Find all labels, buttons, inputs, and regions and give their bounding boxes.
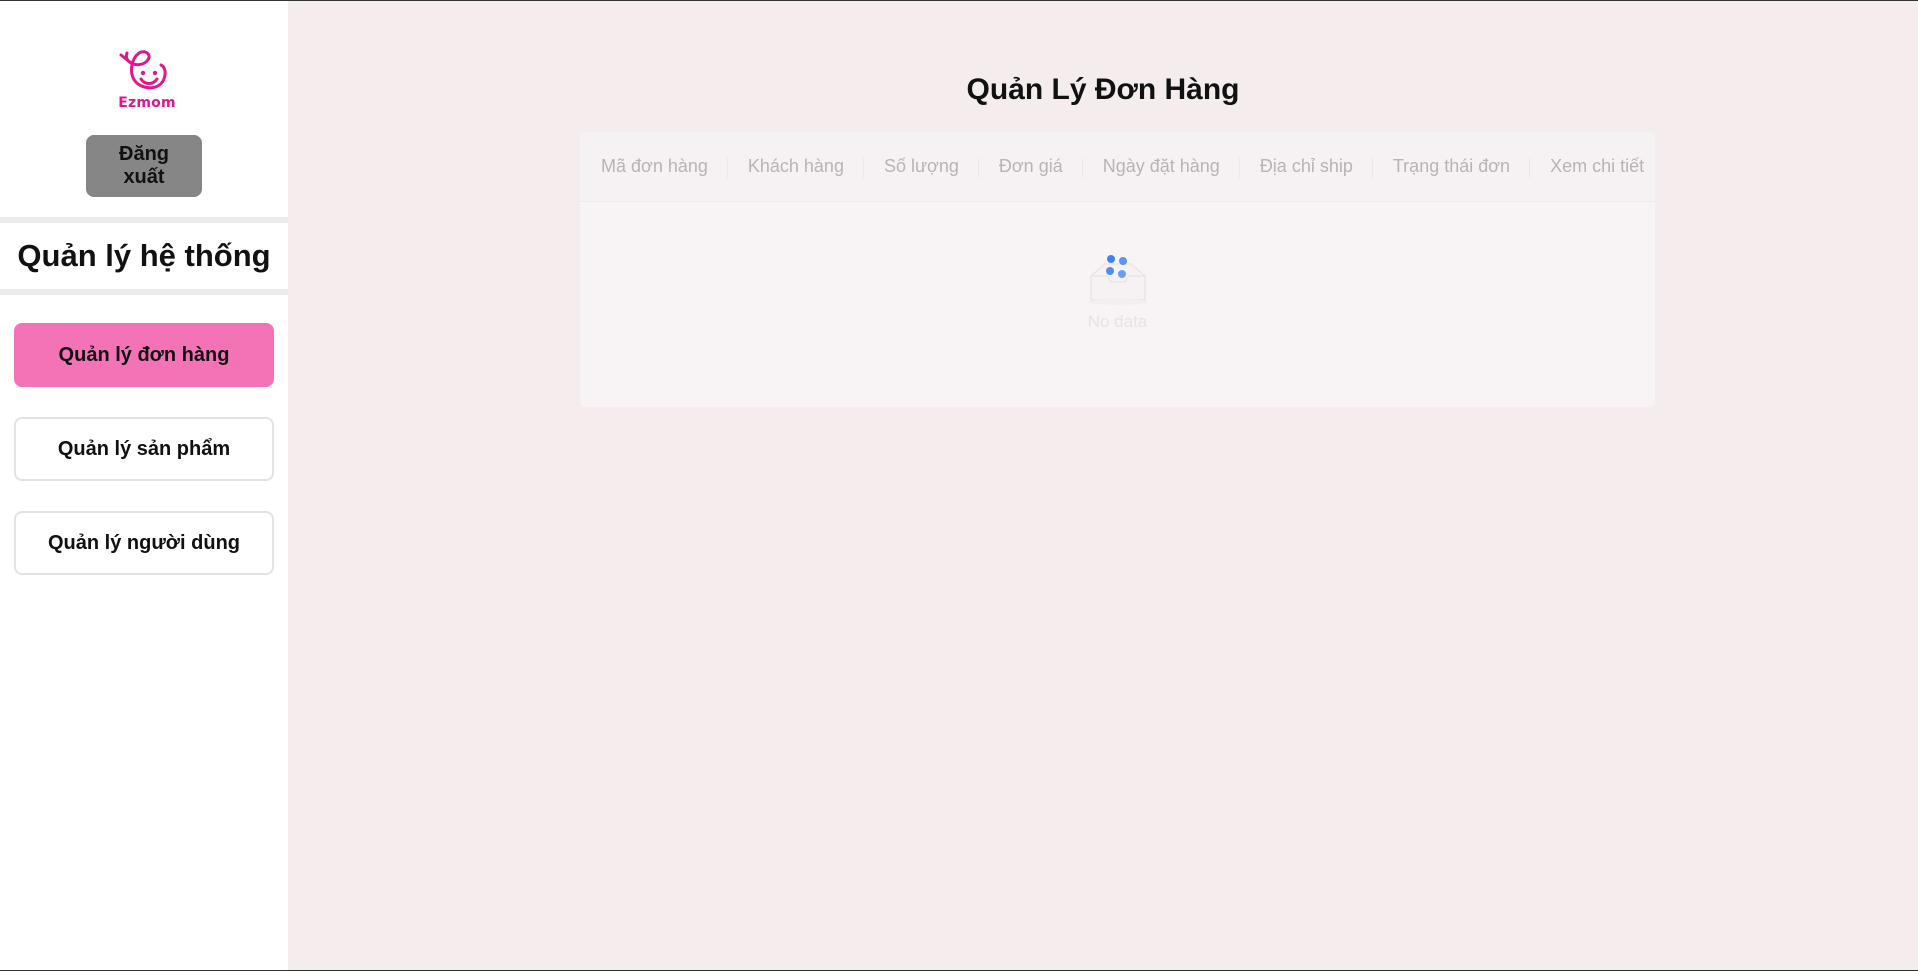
main-content: Quản Lý Đơn Hàng Mã đơn hàng Khách hàng … — [288, 1, 1918, 970]
logo[interactable]: Ezmom — [117, 49, 177, 111]
loading-spinner-icon — [1087, 255, 1148, 305]
column-header-quantity: Số lượng — [884, 156, 979, 178]
sidebar-section-title: Quản lý hệ thống — [17, 238, 271, 273]
column-header-view-details: Xem chi tiết — [1550, 156, 1645, 176]
logo-text: Ezmom — [118, 95, 176, 111]
empty-state-text: No data — [1087, 312, 1148, 331]
sidebar-item-users[interactable]: Quản lý người dùng — [14, 511, 274, 575]
column-header-order-id: Mã đơn hàng — [601, 156, 728, 178]
table-header: Mã đơn hàng Khách hàng Số lượng Đơn giá … — [580, 132, 1655, 202]
column-header-unit-price: Đơn giá — [999, 156, 1083, 178]
app-window: Ezmom Đăng xuất Quản lý hệ thống Quản lý… — [0, 0, 1918, 971]
empty-state: No data — [580, 250, 1655, 332]
sidebar-item-orders[interactable]: Quản lý đơn hàng — [14, 323, 274, 387]
column-header-order-date: Ngày đặt hàng — [1103, 156, 1240, 178]
ezmom-logo-icon — [119, 50, 167, 90]
sidebar-nav: Quản lý đơn hàng Quản lý sản phẩm Quản l… — [0, 323, 288, 575]
divider — [0, 289, 288, 295]
column-header-order-status: Trạng thái đơn — [1393, 156, 1531, 178]
sidebar-item-products[interactable]: Quản lý sản phẩm — [14, 417, 274, 481]
column-header-ship-address: Địa chỉ ship — [1260, 156, 1373, 178]
sidebar: Ezmom Đăng xuất Quản lý hệ thống Quản lý… — [0, 1, 288, 970]
column-header-customer: Khách hàng — [748, 156, 865, 178]
logout-button[interactable]: Đăng xuất — [86, 135, 202, 197]
page-title: Quản Lý Đơn Hàng — [966, 73, 1240, 106]
orders-table: Mã đơn hàng Khách hàng Số lượng Đơn giá … — [580, 132, 1655, 407]
